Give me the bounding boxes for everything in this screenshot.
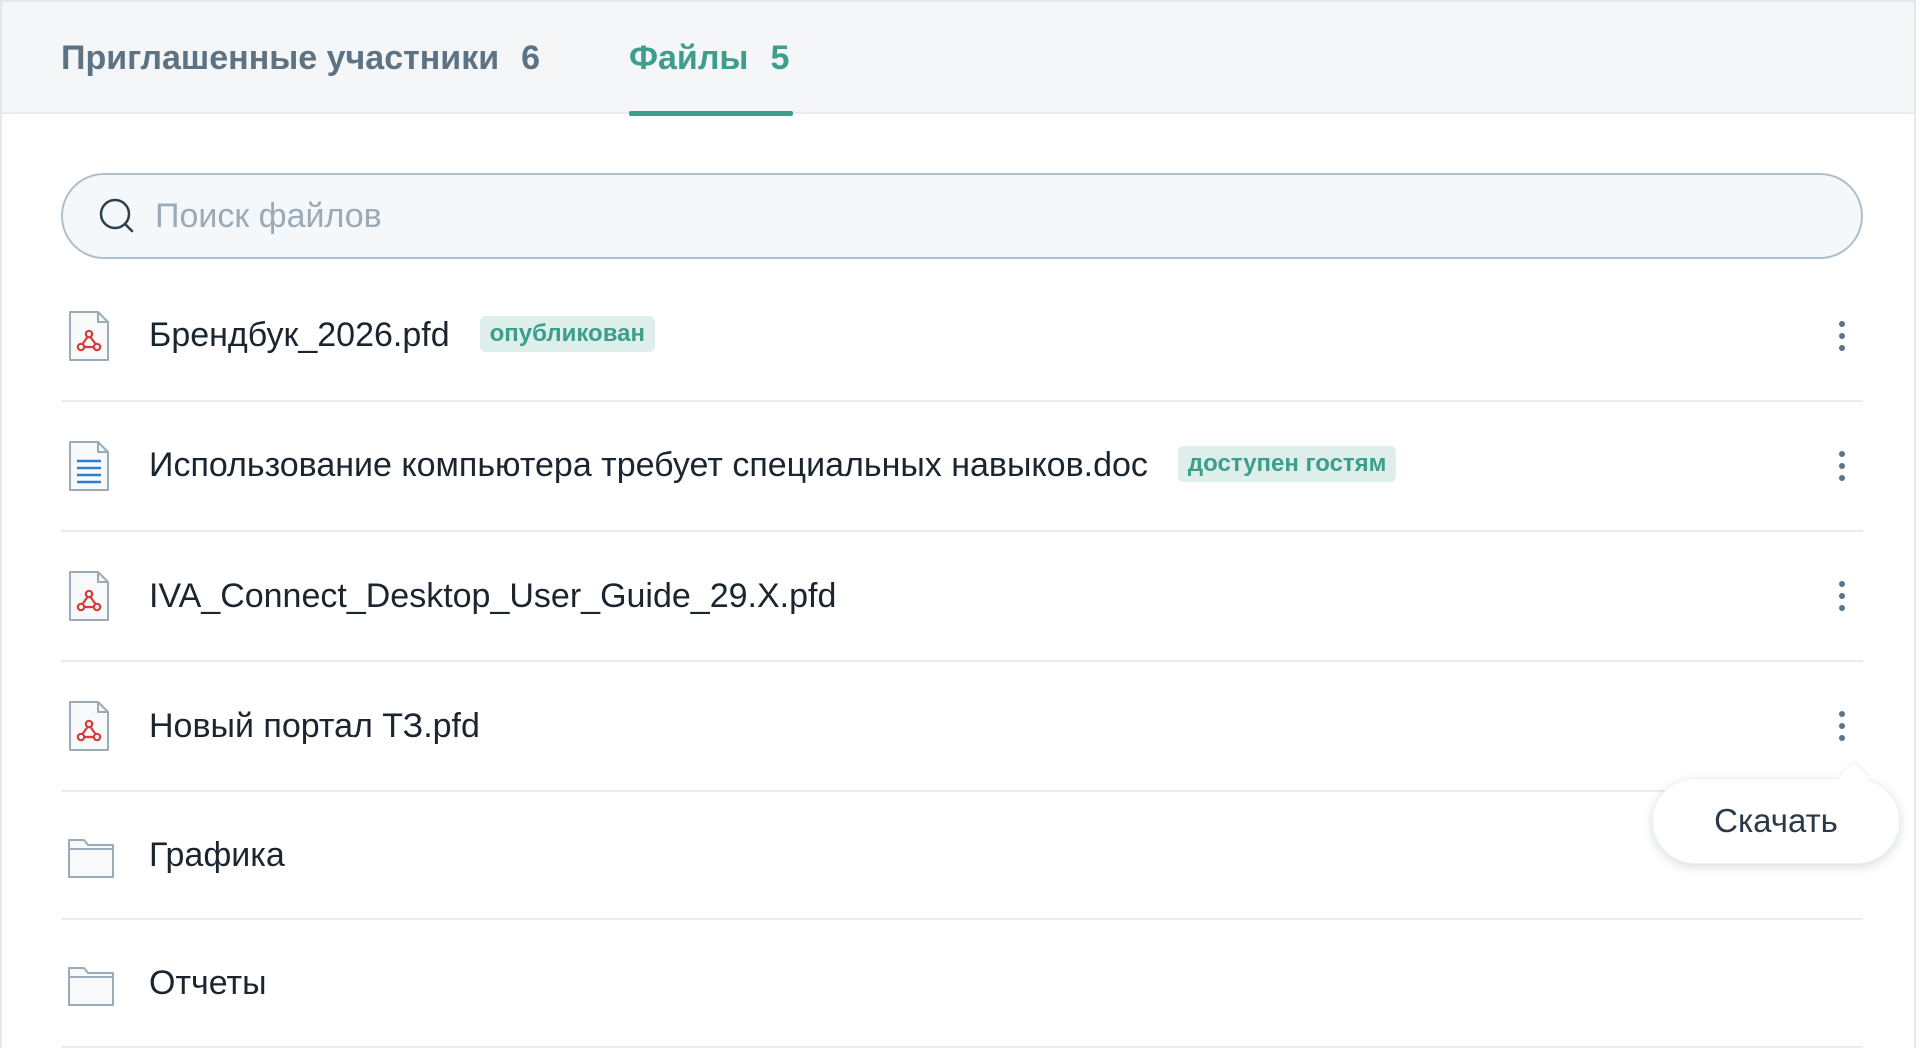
file-name: Брендбук_2026.pfd <box>149 316 450 355</box>
dot-icon <box>1839 475 1845 481</box>
search-input[interactable] <box>153 195 1757 237</box>
folder-icon <box>67 956 114 1010</box>
file-list: Брендбук_2026.pfd опубликован Использова… <box>61 272 1863 1048</box>
tab-files[interactable]: Файлы 5 <box>629 2 794 116</box>
search-icon <box>97 196 137 236</box>
dot-icon <box>1839 593 1845 599</box>
dot-icon <box>1839 333 1845 339</box>
dot-icon <box>1839 321 1845 327</box>
pdf-file-icon <box>67 309 111 363</box>
folder-icon <box>67 828 114 882</box>
tab-label: Файлы <box>629 38 749 77</box>
file-name[interactable]: IVA_Connect_Desktop_User_Guide_29.X.pfd <box>149 577 836 616</box>
dot-icon <box>1839 463 1845 469</box>
dot-icon <box>1839 451 1845 457</box>
file-name-row[interactable]: Брендбук_2026.pfd опубликован <box>149 315 655 355</box>
list-item[interactable]: IVA_Connect_Desktop_User_Guide_29.X.pfd <box>61 532 1863 662</box>
dot-icon <box>1839 711 1845 717</box>
list-item[interactable]: Использование компьютера требует специал… <box>61 402 1863 532</box>
more-options-button[interactable] <box>1827 704 1857 748</box>
dot-icon <box>1839 723 1845 729</box>
status-badge: доступен гостям <box>1177 445 1397 482</box>
tabs-bar: Приглашенные участники 6 Файлы 5 <box>2 2 1914 116</box>
pdf-file-icon <box>67 699 111 753</box>
more-options-button[interactable] <box>1827 574 1857 618</box>
folder-name[interactable]: Графика <box>149 836 285 875</box>
dot-icon <box>1839 735 1845 741</box>
dot-icon <box>1839 581 1845 587</box>
list-item[interactable]: Брендбук_2026.pfd опубликован <box>61 272 1863 402</box>
more-options-button[interactable] <box>1827 314 1857 358</box>
search-box[interactable] <box>61 173 1863 259</box>
list-item[interactable]: Отчеты <box>61 920 1863 1048</box>
files-panel: Приглашенные участники 6 Файлы 5 Поиск ф… <box>0 0 1916 1048</box>
tab-count: 6 <box>521 38 541 77</box>
list-item[interactable]: Новый портал ТЗ.pfd <box>61 662 1863 792</box>
more-options-button[interactable] <box>1827 444 1857 488</box>
file-name[interactable]: Новый портал ТЗ.pfd <box>149 707 480 746</box>
download-label: Скачать <box>1714 802 1838 839</box>
list-item[interactable]: Графика <box>61 792 1863 920</box>
pdf-file-icon <box>67 569 111 623</box>
folder-name[interactable]: Отчеты <box>149 964 267 1003</box>
file-name: Использование компьютера требует специал… <box>149 446 1148 485</box>
download-menu-item[interactable]: Скачать <box>1652 778 1900 864</box>
dot-icon <box>1839 345 1845 351</box>
file-name-row[interactable]: Использование компьютера требует специал… <box>149 445 1397 485</box>
dot-icon <box>1839 605 1845 611</box>
doc-file-icon <box>67 439 111 493</box>
tab-invited-participants[interactable]: Приглашенные участники 6 <box>61 2 540 114</box>
tab-count: 5 <box>770 38 790 77</box>
status-badge: опубликован <box>479 315 655 352</box>
tab-label: Приглашенные участники <box>61 38 500 77</box>
